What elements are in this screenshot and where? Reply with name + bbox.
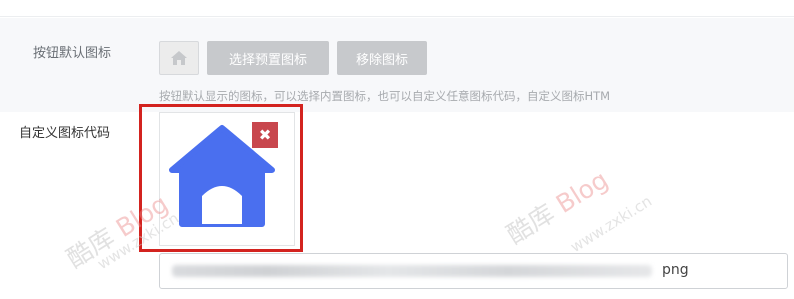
blurred-url-text (172, 265, 652, 277)
watermark-url: www.zxki.cn (567, 191, 656, 257)
default-icon-hint: 按钮默认显示的图标，可以选择内置图标，也可以自定义任意图标代码，自定义图标HTM (159, 89, 611, 103)
close-icon[interactable]: ✖ (252, 122, 278, 148)
top-band (0, 0, 794, 17)
icon-url-suffix: png (662, 262, 689, 278)
default-icon-label: 按钮默认图标 (33, 46, 112, 61)
default-icon-preview[interactable] (159, 41, 199, 75)
choose-preset-icon-button[interactable]: 选择预置图标 (207, 41, 329, 75)
watermark-brand: 酷库 Blog (501, 164, 614, 250)
remove-icon-button[interactable]: 移除图标 (337, 41, 427, 75)
custom-icon-label: 自定义图标代码 (19, 126, 111, 141)
watermark-brand: 酷库 Blog (61, 188, 174, 274)
home-icon (171, 51, 187, 65)
